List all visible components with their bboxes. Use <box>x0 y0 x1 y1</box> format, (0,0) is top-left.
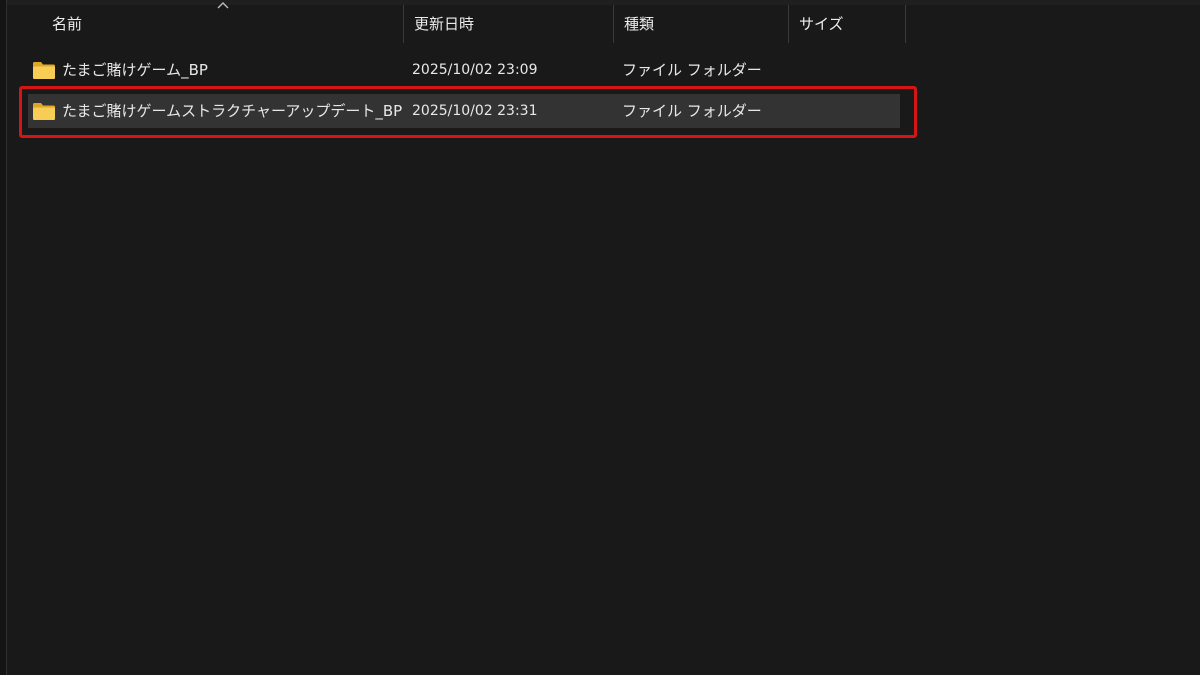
folder-icon <box>33 103 55 120</box>
column-header-name[interactable]: 名前 <box>42 5 404 43</box>
file-date-modified: 2025/10/02 23:09 <box>412 62 538 78</box>
file-name: たまご賭けゲーム_BP <box>62 61 208 79</box>
file-list-row[interactable]: たまご賭けゲーム_BP 2025/10/02 23:09 ファイル フォルダー <box>28 53 900 87</box>
folder-icon <box>33 62 55 79</box>
column-header-date-modified[interactable]: 更新日時 <box>404 5 614 43</box>
column-header-bar: 名前 更新日時 種類 サイズ <box>7 2 907 43</box>
column-header-size[interactable]: サイズ <box>789 5 906 43</box>
file-name: たまご賭けゲームストラクチャーアップデート_BP <box>62 102 403 120</box>
file-type: ファイル フォルダー <box>622 102 762 120</box>
file-type: ファイル フォルダー <box>622 61 762 79</box>
file-list-row-selected[interactable]: たまご賭けゲームストラクチャーアップデート_BP 2025/10/02 23:3… <box>28 94 900 128</box>
left-pane-divider[interactable] <box>0 0 7 675</box>
column-header-type[interactable]: 種類 <box>614 5 789 43</box>
file-date-modified: 2025/10/02 23:31 <box>412 103 538 119</box>
